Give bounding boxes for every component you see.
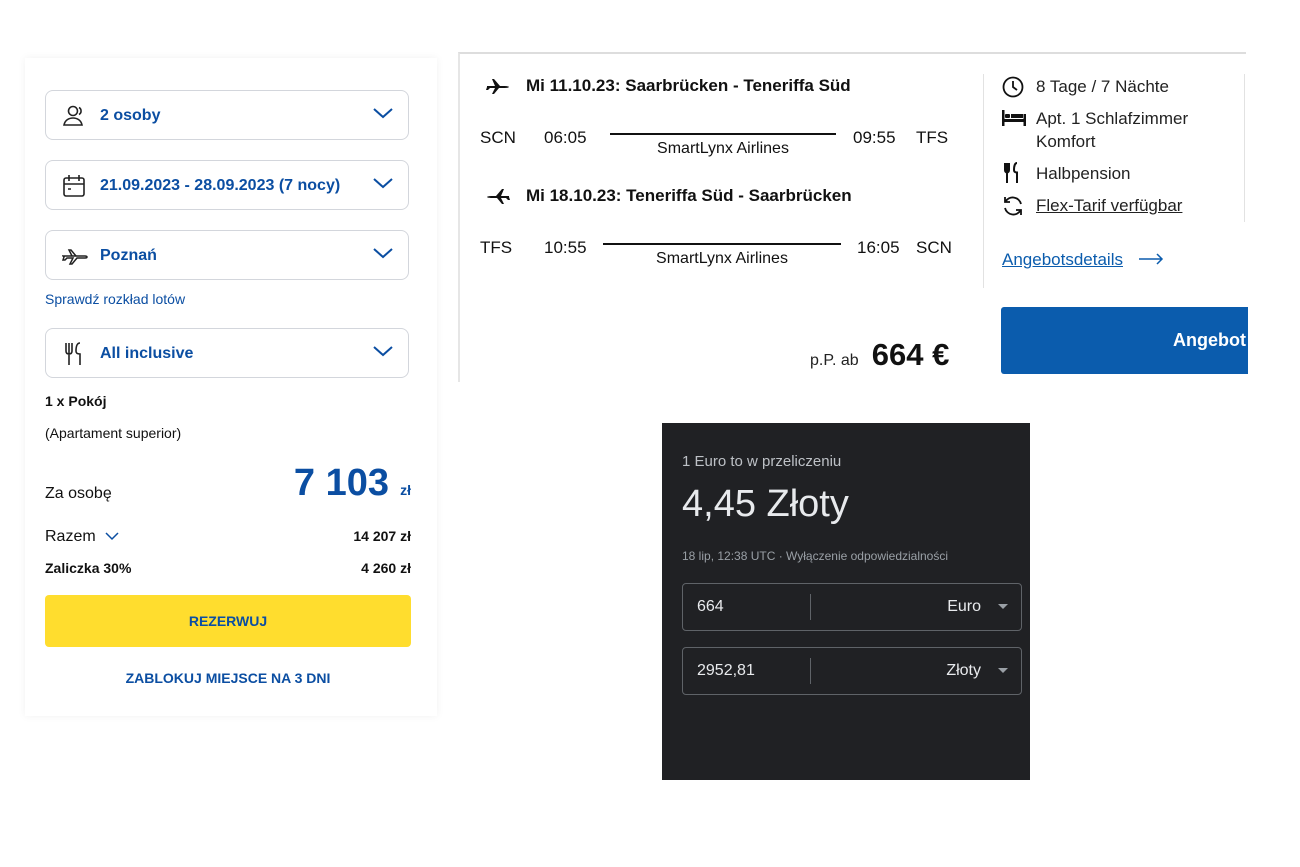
bed-icon: [1002, 110, 1026, 126]
per-person-label: Za osobę: [45, 485, 112, 502]
offer-button[interactable]: Angebot: [1001, 307, 1248, 374]
price-prefix: p.P. ab: [810, 352, 859, 369]
outbound-from-code: SCN: [480, 128, 516, 147]
dropdown-arrow-icon[interactable]: [998, 604, 1008, 609]
return-dep-time: 10:55: [544, 238, 587, 257]
hold-button[interactable]: ZABLOKUJ MIEJSCE NA 3 DNI: [45, 670, 411, 686]
dates-dropdown[interactable]: 21.09.2023 - 28.09.2023 (7 nocy): [45, 160, 409, 210]
per-person-price: 7 103: [293, 462, 390, 504]
travelers-label: 2 osoby: [100, 107, 161, 124]
rate-timestamp: 18 lip, 12:38 UTC · Wyłączenie odpowiedz…: [682, 549, 949, 563]
outbound-dep-time: 06:05: [544, 128, 587, 147]
price-value: 664 €: [871, 337, 950, 372]
column-divider: [983, 74, 984, 288]
calendar-icon: [63, 175, 85, 197]
outbound-route-line: [610, 133, 836, 135]
from-amount-field[interactable]: 664 Euro: [682, 583, 1022, 631]
board-dropdown[interactable]: All inclusive: [45, 328, 409, 378]
book-button[interactable]: REZERWUJ: [45, 595, 411, 647]
booking-panel: 2 osoby 21.09.2023 - 28.09.2023 (7 nocy)…: [25, 58, 437, 716]
cutlery-icon: [65, 342, 81, 365]
departure-dropdown[interactable]: Poznań: [45, 230, 409, 280]
departure-plane-icon: [486, 79, 509, 94]
duration-text: 8 Tage / 7 Nächte: [1036, 77, 1169, 96]
chevron-down-icon: [105, 532, 119, 541]
field-divider: [810, 594, 811, 620]
per-person-currency: zł: [400, 482, 411, 498]
deposit-label: Zaliczka 30%: [45, 560, 132, 576]
schedule-link[interactable]: Sprawdź rozkład lotów: [45, 291, 185, 307]
clock-icon: [1002, 76, 1024, 98]
return-arr-time: 16:05: [857, 238, 900, 257]
room-type: (Apartament superior): [45, 425, 182, 441]
converter-heading: 1 Euro to w przeliczeniu: [682, 453, 842, 470]
deposit-value: 4 260 zł: [361, 560, 411, 576]
departure-label: Poznań: [100, 247, 157, 264]
return-from-code: TFS: [480, 238, 513, 257]
per-person-price-block: 7 103 zł: [294, 462, 411, 505]
to-amount-field[interactable]: 2952,81 Złoty: [682, 647, 1022, 695]
field-divider: [810, 658, 811, 684]
board-label: All inclusive: [100, 345, 194, 362]
offer-details-link[interactable]: Angebotsdetails: [1002, 250, 1164, 270]
column-divider: [1244, 74, 1245, 222]
chevron-down-icon: [373, 178, 393, 189]
outbound-to-code: TFS: [916, 128, 949, 147]
return-airline: SmartLynx Airlines: [656, 250, 788, 267]
to-currency[interactable]: Złoty: [946, 648, 981, 694]
airplane-icon: [62, 249, 88, 265]
currency-converter: 1 Euro to w przeliczeniu 4,45 Złoty 18 l…: [662, 423, 1030, 780]
arrow-right-icon: [1139, 253, 1164, 265]
total-label: Razem: [45, 528, 96, 545]
flex-tariff-link[interactable]: Flex-Tarif verfügbar: [1036, 196, 1182, 216]
to-amount[interactable]: 2952,81: [697, 648, 755, 694]
room-count: 1 x Pokój: [45, 393, 107, 409]
total-toggle[interactable]: Razem: [45, 526, 119, 546]
outbound-arr-time: 09:55: [853, 128, 896, 147]
return-route-line: [603, 243, 841, 245]
user-icon: [63, 105, 83, 126]
offer-details-label: Angebotsdetails: [1002, 250, 1123, 269]
outbound-airline: SmartLynx Airlines: [657, 140, 789, 157]
chevron-down-icon: [373, 108, 393, 119]
return-title: Mi 18.10.23: Teneriffa Süd - Saarbrücken: [526, 186, 852, 205]
exchange-rate: 4,45 Złoty: [682, 483, 849, 525]
refresh-icon: [1004, 196, 1022, 216]
board-text: Halbpension: [1036, 164, 1131, 183]
chevron-down-icon: [373, 248, 393, 259]
room-line2: Komfort: [1036, 132, 1096, 151]
chevron-down-icon: [373, 346, 393, 357]
return-to-code: SCN: [916, 238, 952, 257]
dates-label: 21.09.2023 - 28.09.2023 (7 nocy): [100, 177, 341, 194]
price-block: p.P. ab 664 €: [810, 337, 949, 373]
outbound-title: Mi 11.10.23: Saarbrücken - Teneriffa Süd: [526, 76, 851, 95]
from-amount[interactable]: 664: [697, 584, 724, 630]
flight-offer-panel: Mi 11.10.23: Saarbrücken - Teneriffa Süd…: [458, 52, 1248, 382]
room-line1: Apt. 1 Schlafzimmer: [1036, 109, 1189, 128]
from-currency[interactable]: Euro: [947, 584, 981, 630]
travelers-dropdown[interactable]: 2 osoby: [45, 90, 409, 140]
offer-button-label: Angebot: [1173, 330, 1246, 350]
cutlery-icon: [1004, 162, 1018, 183]
total-value: 14 207 zł: [353, 528, 411, 544]
dropdown-arrow-icon[interactable]: [998, 668, 1008, 673]
return-plane-icon: [487, 189, 510, 204]
